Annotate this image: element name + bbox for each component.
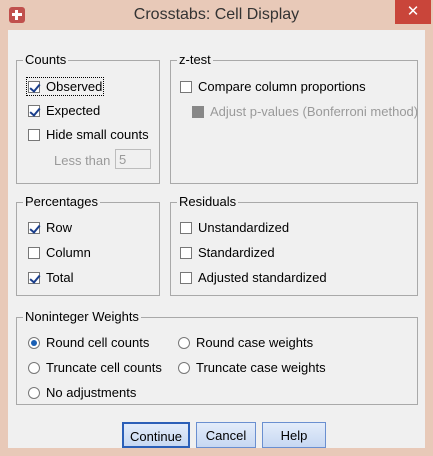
help-button[interactable]: Help [262,422,326,448]
column-label: Column [46,245,91,260]
noninteger-weights-group-title: Noninteger Weights [23,309,141,324]
no-adjustments-radio-dot[interactable] [28,386,40,399]
close-button[interactable]: ✕ [395,0,431,24]
row-checkbox-box[interactable] [28,221,40,234]
hide-small-counts-label: Hide small counts [46,127,149,142]
row-checkbox[interactable]: Row [28,220,72,235]
round-case-weights-radio-dot[interactable] [178,336,190,349]
observed-checkbox-box[interactable] [28,80,40,93]
continue-button[interactable]: Continue [122,422,190,448]
adjust-pvalues-box [192,105,204,118]
column-checkbox[interactable]: Column [28,245,91,260]
truncate-cell-counts-radio[interactable]: Truncate cell counts [28,360,162,375]
no-adjustments-label: No adjustments [46,385,137,400]
compare-column-proportions-box[interactable] [180,80,192,93]
adjust-pvalues-label: Adjust p-values (Bonferroni method) [210,104,419,119]
expected-checkbox[interactable]: Expected [28,103,100,118]
round-case-weights-radio[interactable]: Round case weights [178,335,313,350]
counts-group-title: Counts [23,52,69,67]
observed-label: Observed [46,79,103,94]
round-cell-counts-radio[interactable]: Round cell counts [28,335,149,350]
unstandardized-checkbox[interactable]: Unstandardized [180,220,289,235]
row-label: Row [46,220,73,235]
adjusted-standardized-label: Adjusted standardized [198,270,327,285]
expected-checkbox-box[interactable] [28,104,40,117]
unstandardized-label: Unstandardized [198,220,290,235]
dialog-window: Crosstabs: Cell Display ✕ Counts Observe… [0,0,433,456]
cancel-button[interactable]: Cancel [196,422,256,448]
compare-column-proportions-checkbox[interactable]: Compare column proportions [180,79,366,94]
total-checkbox-box[interactable] [28,271,40,284]
standardized-checkbox[interactable]: Standardized [180,245,275,260]
standardized-label: Standardized [198,245,275,260]
truncate-case-weights-radio[interactable]: Truncate case weights [178,360,326,375]
expected-label: Expected [46,103,101,118]
truncate-case-weights-label: Truncate case weights [196,360,326,375]
hide-small-counts-checkbox[interactable]: Hide small counts [28,127,149,142]
adjust-pvalues-checkbox: Adjust p-values (Bonferroni method) [192,104,418,119]
truncate-cell-counts-label: Truncate cell counts [46,360,162,375]
title-bar[interactable]: Crosstabs: Cell Display ✕ [0,0,433,30]
truncate-case-weights-radio-dot[interactable] [178,361,190,374]
total-label: Total [46,270,74,285]
percentages-group-title: Percentages [23,194,100,209]
dialog-client: Counts Observed Expected Hide small coun… [8,30,425,448]
less-than-input[interactable] [115,149,151,169]
observed-checkbox[interactable]: Observed [25,77,105,96]
hide-small-counts-box[interactable] [28,128,40,141]
column-checkbox-box[interactable] [28,246,40,259]
truncate-cell-counts-radio-dot[interactable] [28,361,40,374]
unstandardized-box[interactable] [180,221,192,234]
less-than-label: Less than [54,153,111,168]
round-case-weights-label: Round case weights [196,335,314,350]
round-cell-counts-radio-dot[interactable] [28,336,40,349]
residuals-group-title: Residuals [177,194,239,209]
window-title: Crosstabs: Cell Display [133,6,300,23]
adjusted-standardized-box[interactable] [180,271,192,284]
total-checkbox[interactable]: Total [28,270,73,285]
ztest-group-title: z-test [177,52,213,67]
no-adjustments-radio[interactable]: No adjustments [28,385,136,400]
compare-column-proportions-label: Compare column proportions [198,79,366,94]
round-cell-counts-label: Round cell counts [46,335,150,350]
standardized-box[interactable] [180,246,192,259]
adjusted-standardized-checkbox[interactable]: Adjusted standardized [180,270,327,285]
